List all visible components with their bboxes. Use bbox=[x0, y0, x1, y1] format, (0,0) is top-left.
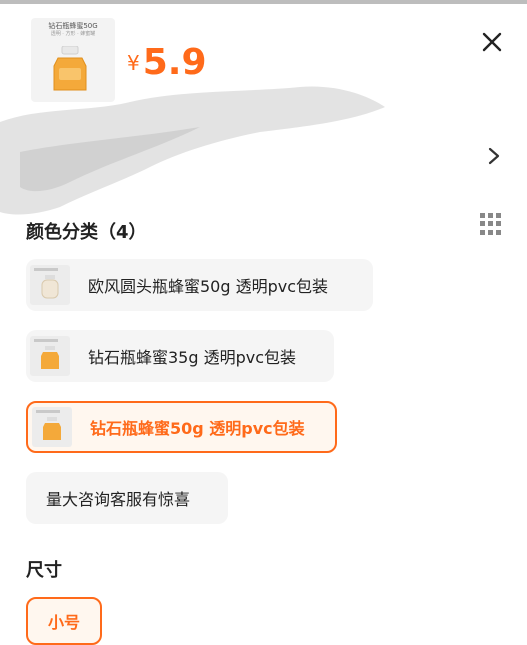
option-thumbnail bbox=[30, 265, 70, 305]
close-icon[interactable] bbox=[478, 28, 506, 56]
thumbnail-subtitle: 透明 · 方形 · 蜂蜜罐 bbox=[50, 31, 96, 37]
color-option-bulk-inquiry[interactable]: 量大咨询客服有惊喜 bbox=[26, 472, 228, 524]
size-option-label: 小号 bbox=[47, 613, 80, 632]
color-option-diamond-bottle-50g[interactable]: 钻石瓶蜂蜜50g 透明pvc包装 bbox=[26, 401, 337, 453]
price: ¥5.9 bbox=[127, 42, 207, 83]
grid-view-icon[interactable] bbox=[480, 213, 502, 235]
size-option-small[interactable]: 小号 bbox=[26, 597, 102, 645]
honey-jar-icon bbox=[41, 346, 59, 369]
top-handle-bar bbox=[0, 0, 527, 4]
option-label: 钻石瓶蜂蜜35g 透明pvc包装 bbox=[88, 348, 297, 367]
size-section-title: 尺寸 bbox=[26, 560, 62, 581]
currency-symbol: ¥ bbox=[127, 51, 140, 75]
color-section-title: 颜色分类（4） bbox=[26, 222, 147, 243]
option-thumbnail bbox=[30, 336, 70, 376]
option-label: 量大咨询客服有惊喜 bbox=[46, 490, 191, 509]
option-thumbnail bbox=[32, 407, 72, 447]
color-option-round-bottle-50g[interactable]: 欧风圆头瓶蜂蜜50g 透明pvc包装 bbox=[26, 259, 373, 311]
honey-jar-icon bbox=[43, 417, 61, 440]
color-option-diamond-bottle-35g[interactable]: 钻石瓶蜂蜜35g 透明pvc包装 bbox=[26, 330, 334, 382]
chevron-right-icon[interactable] bbox=[484, 144, 504, 168]
price-value: 5.9 bbox=[142, 42, 207, 83]
image-artifact-smudge bbox=[0, 86, 385, 215]
honey-jar-icon bbox=[41, 275, 59, 299]
option-label: 钻石瓶蜂蜜50g 透明pvc包装 bbox=[90, 419, 305, 438]
option-label: 欧风圆头瓶蜂蜜50g 透明pvc包装 bbox=[88, 277, 329, 296]
